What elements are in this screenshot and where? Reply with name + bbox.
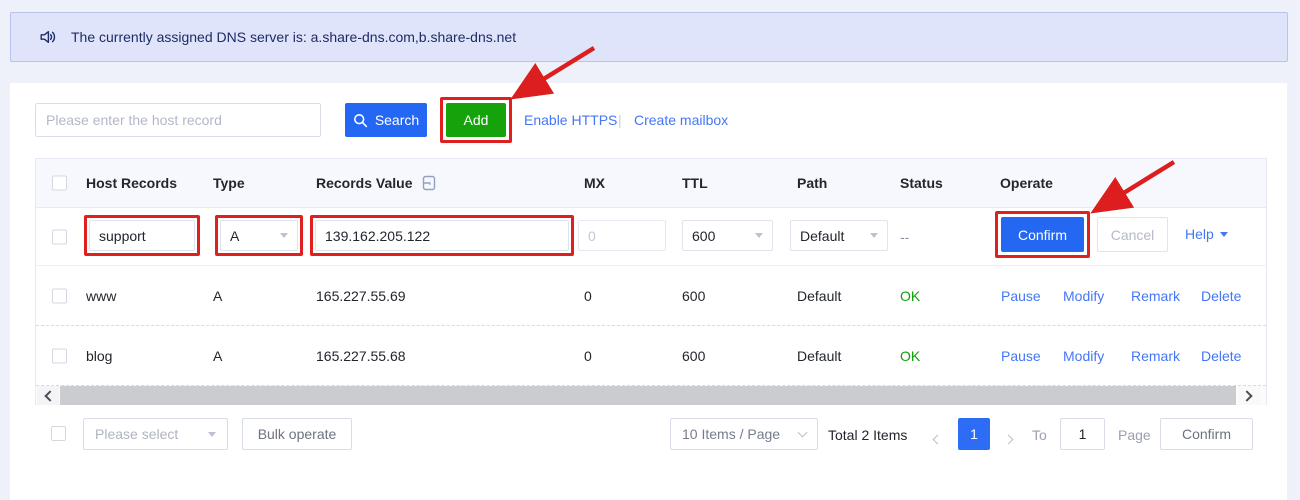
row-status: OK — [900, 348, 920, 364]
header-type: Type — [213, 175, 245, 191]
modify-link[interactable]: Modify — [1063, 288, 1104, 304]
help-label: Help — [1185, 226, 1214, 242]
total-items-label: Total 2 Items — [828, 427, 907, 443]
footer-confirm-button[interactable]: Confirm — [1160, 418, 1253, 450]
scroll-right-button[interactable] — [1238, 386, 1260, 405]
row-value: 165.227.55.69 — [316, 288, 406, 304]
remark-link[interactable]: Remark — [1131, 288, 1180, 304]
row-checkbox[interactable] — [52, 288, 67, 303]
edit-cancel-button[interactable]: Cancel — [1097, 217, 1168, 252]
header-mx: MX — [584, 175, 605, 191]
goto-page-input[interactable] — [1060, 418, 1105, 450]
row-type: A — [213, 348, 222, 364]
footer-select-all-checkbox[interactable] — [51, 426, 66, 441]
pause-link[interactable]: Pause — [1001, 348, 1041, 364]
edit-mx-input[interactable] — [578, 220, 666, 251]
add-button-label: Add — [464, 112, 489, 128]
enable-https-link[interactable]: Enable HTTPS — [524, 112, 617, 128]
next-page-button[interactable] — [1005, 430, 1012, 446]
bulk-action-select[interactable]: Please select — [83, 418, 228, 450]
caret-down-icon — [280, 233, 288, 238]
delete-link[interactable]: Delete — [1201, 288, 1241, 304]
goto-to-label: To — [1032, 427, 1047, 443]
header-path: Path — [797, 175, 827, 191]
edit-type-value: A — [230, 228, 239, 244]
header-status: Status — [900, 175, 943, 191]
horizontal-scrollbar — [37, 386, 1266, 405]
bulk-select-placeholder: Please select — [95, 426, 178, 442]
caret-down-icon — [755, 233, 763, 238]
magnifier-icon — [353, 113, 368, 128]
search-button-label: Search — [375, 112, 419, 128]
speaker-icon — [38, 27, 58, 47]
header-ttl: TTL — [682, 175, 708, 191]
scroll-left-button[interactable] — [37, 386, 59, 405]
caret-down-icon — [1220, 232, 1228, 237]
row-type: A — [213, 288, 222, 304]
edit-ttl-select[interactable]: 600 — [682, 220, 773, 251]
row-path: Default — [797, 348, 841, 364]
table-header-row: Host Records Type Records Value MX TTL P… — [36, 159, 1266, 208]
dns-server-banner: The currently assigned DNS server is: a.… — [10, 12, 1288, 62]
edit-host-input[interactable] — [89, 220, 195, 251]
toolbar-separator: | — [618, 112, 622, 128]
goto-page-label: Page — [1118, 427, 1151, 443]
row-mx: 0 — [584, 288, 592, 304]
scrollbar-thumb[interactable] — [60, 386, 1236, 405]
table-row-www: www A 165.227.55.69 0 600 Default OK Pau… — [36, 266, 1266, 326]
page-size-select[interactable]: 10 Items / Page — [670, 418, 818, 450]
modify-link[interactable]: Modify — [1063, 348, 1104, 364]
row-host: blog — [86, 348, 112, 364]
create-mailbox-link[interactable]: Create mailbox — [634, 112, 728, 128]
pause-link[interactable]: Pause — [1001, 288, 1041, 304]
edit-type-select[interactable]: A — [220, 220, 298, 251]
row-status: OK — [900, 288, 920, 304]
row-host: www — [86, 288, 116, 304]
chevron-right-icon — [1241, 390, 1252, 401]
caret-down-icon — [208, 432, 216, 437]
chevron-left-icon — [44, 390, 55, 401]
header-host-records: Host Records — [86, 175, 177, 191]
footer-confirm-label: Confirm — [1182, 426, 1231, 442]
bulk-operate-button[interactable]: Bulk operate — [242, 418, 352, 450]
edit-value-input[interactable] — [315, 220, 569, 251]
edit-path-value: Default — [800, 228, 844, 244]
row-ttl: 600 — [682, 288, 705, 304]
caret-down-icon — [870, 233, 878, 238]
help-dropdown[interactable]: Help — [1185, 226, 1228, 242]
edit-row-status: -- — [900, 229, 909, 245]
page-number-button[interactable]: 1 — [958, 418, 990, 450]
header-records-value: Records Value — [316, 175, 436, 191]
search-button[interactable]: Search — [345, 103, 427, 137]
confirm-button-label: Confirm — [1018, 227, 1067, 243]
dns-records-page: { "banner": { "text": "The currently ass… — [0, 0, 1300, 500]
page-size-value: 10 Items / Page — [682, 426, 780, 442]
header-operate: Operate — [1000, 175, 1053, 191]
select-all-checkbox[interactable] — [52, 176, 67, 191]
remark-link[interactable]: Remark — [1131, 348, 1180, 364]
row-ttl: 600 — [682, 348, 705, 364]
row-path: Default — [797, 288, 841, 304]
host-record-search-input[interactable] — [35, 103, 321, 137]
chevron-down-icon — [798, 428, 808, 438]
edit-confirm-button[interactable]: Confirm — [1001, 217, 1084, 252]
delete-link[interactable]: Delete — [1201, 348, 1241, 364]
cancel-button-label: Cancel — [1111, 227, 1155, 243]
current-page-label: 1 — [970, 426, 978, 442]
banner-text: The currently assigned DNS server is: a.… — [71, 29, 516, 45]
edit-path-select[interactable]: Default — [790, 220, 888, 251]
chevron-right-icon — [1004, 435, 1014, 445]
bulk-operate-label: Bulk operate — [258, 426, 337, 442]
dns-records-table: Host Records Type Records Value MX TTL P… — [35, 158, 1267, 405]
row-value: 165.227.55.68 — [316, 348, 406, 364]
prev-page-button[interactable] — [934, 430, 941, 446]
row-checkbox[interactable] — [52, 348, 67, 363]
table-row-blog: blog A 165.227.55.68 0 600 Default OK Pa… — [36, 326, 1266, 386]
row-mx: 0 — [584, 348, 592, 364]
chevron-left-icon — [933, 435, 943, 445]
add-record-button[interactable]: Add — [446, 103, 506, 137]
edit-row-checkbox[interactable] — [52, 229, 67, 244]
display-toggle-icon[interactable] — [422, 175, 436, 191]
edit-ttl-value: 600 — [692, 228, 715, 244]
